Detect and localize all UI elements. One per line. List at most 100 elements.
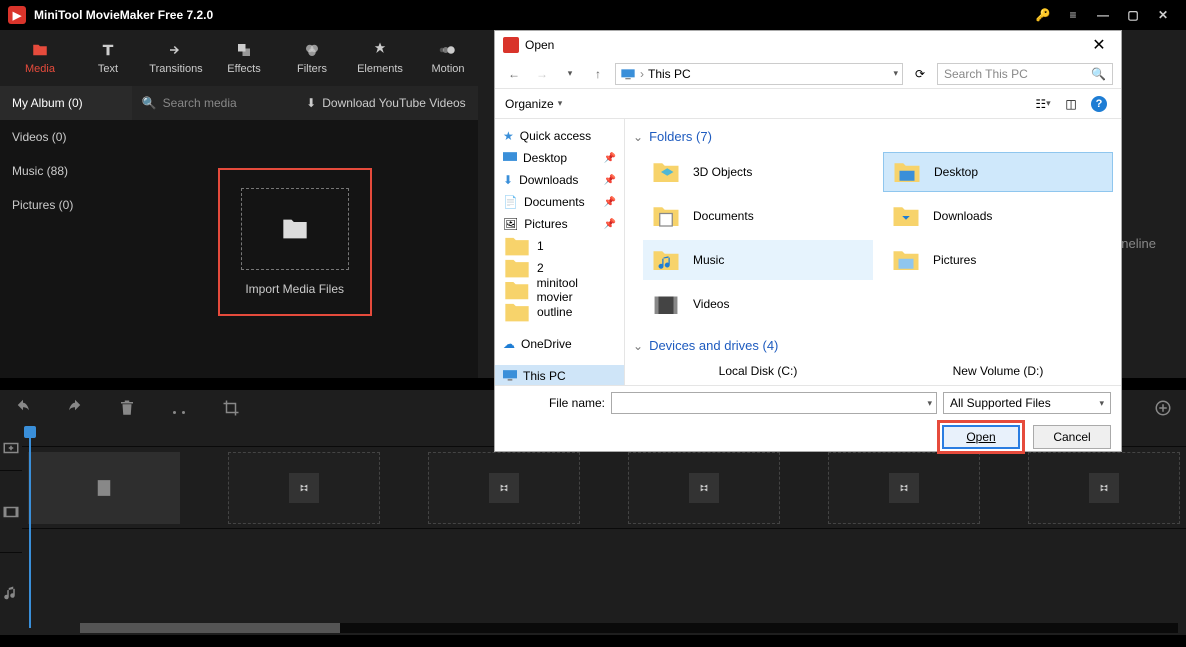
- timeline-gutter: [0, 426, 22, 635]
- section-folders[interactable]: Folders (7): [633, 125, 1113, 148]
- tree-pictures[interactable]: 🖼Pictures📌: [495, 213, 624, 235]
- tree-this-pc[interactable]: This PC: [495, 365, 624, 385]
- sidebar-item-album[interactable]: My Album (0): [0, 86, 132, 120]
- clip-slot[interactable]: [1028, 452, 1180, 524]
- crop-button[interactable]: [218, 395, 244, 421]
- refresh-button[interactable]: ⟳: [909, 63, 931, 85]
- cancel-button[interactable]: Cancel: [1033, 425, 1111, 449]
- file-type-select[interactable]: All Supported Files▾: [943, 392, 1111, 414]
- addr-chevron-down-icon[interactable]: ▾: [893, 68, 898, 79]
- import-media-box[interactable]: Import Media Files: [218, 168, 372, 316]
- view-options-button[interactable]: ☷ ▾: [1031, 93, 1055, 115]
- tree-desktop[interactable]: Desktop📌: [495, 147, 624, 169]
- text-icon: [99, 41, 117, 59]
- dialog-tree[interactable]: ★Quick access Desktop📌 ⬇Downloads📌 📄Docu…: [495, 119, 625, 385]
- folder-music[interactable]: Music: [643, 240, 873, 280]
- app-logo-icon: ▶: [8, 6, 26, 24]
- drive-new-volume-d[interactable]: New Volume (D:): [883, 361, 1113, 381]
- tab-media[interactable]: Media: [6, 30, 74, 86]
- media-header: 🔍 Search media ⬇ Download YouTube Videos: [132, 86, 478, 120]
- sidebar-item-pictures[interactable]: Pictures (0): [0, 188, 132, 222]
- tree-onedrive[interactable]: ☁OneDrive: [495, 333, 624, 355]
- close-button[interactable]: ✕: [1148, 0, 1178, 30]
- undo-button[interactable]: [10, 395, 36, 421]
- dialog-search-input[interactable]: Search This PC 🔍: [937, 63, 1113, 85]
- thispc-icon: [620, 67, 636, 81]
- tree-folder-minitool[interactable]: minitool movier: [495, 279, 624, 301]
- minimize-button[interactable]: —: [1088, 0, 1118, 30]
- tab-effects[interactable]: Effects: [210, 30, 278, 86]
- track-add-button[interactable]: [0, 426, 22, 470]
- help-button[interactable]: ?: [1091, 96, 1107, 112]
- scrollbar-thumb[interactable]: [80, 623, 340, 633]
- folder-3d-objects[interactable]: 3D Objects: [643, 152, 873, 192]
- add-track-button[interactable]: [1150, 395, 1176, 421]
- timeline-scrollbar[interactable]: [80, 623, 1178, 633]
- tab-elements[interactable]: Elements: [346, 30, 414, 86]
- folder-downloads[interactable]: Downloads: [883, 196, 1113, 236]
- dialog-navbar: ← → ▾ ↑ › This PC ▾ ⟳ Search This PC 🔍: [495, 59, 1121, 89]
- menu-icon[interactable]: ≡: [1058, 0, 1088, 30]
- playhead[interactable]: [24, 426, 36, 438]
- nav-up-button[interactable]: ↑: [587, 63, 609, 85]
- download-youtube-button[interactable]: ⬇ Download YouTube Videos: [294, 86, 478, 120]
- filters-icon: [303, 41, 321, 59]
- video-track[interactable]: [22, 446, 1186, 528]
- video-track-icon[interactable]: [0, 470, 22, 552]
- effects-icon: [235, 41, 253, 59]
- folder-pictures[interactable]: Pictures: [883, 240, 1113, 280]
- clip-slot[interactable]: [828, 452, 980, 524]
- nav-forward-button[interactable]: →: [531, 63, 553, 85]
- maximize-button[interactable]: ▢: [1118, 0, 1148, 30]
- audio-track-icon[interactable]: [0, 552, 22, 634]
- tab-transitions[interactable]: Transitions: [142, 30, 210, 86]
- dialog-organize-bar: Organize ▾ ☷ ▾ ◫ ?: [495, 89, 1121, 119]
- section-devices[interactable]: Devices and drives (4): [633, 334, 1113, 357]
- folder-icon: [31, 41, 49, 59]
- dialog-close-button[interactable]: ✕: [1085, 31, 1113, 59]
- nav-back-button[interactable]: ←: [503, 63, 525, 85]
- clip-slot[interactable]: [28, 452, 180, 524]
- dialog-content[interactable]: Folders (7) 3D Objects Desktop Documents…: [625, 119, 1121, 385]
- search-icon: 🔍: [142, 96, 157, 110]
- search-media-input[interactable]: 🔍 Search media: [132, 86, 294, 120]
- media-area: 🔍 Search media ⬇ Download YouTube Videos…: [132, 86, 478, 378]
- preview-pane-button[interactable]: ◫: [1059, 93, 1083, 115]
- tree-quick-access[interactable]: ★Quick access: [495, 125, 624, 147]
- tab-motion[interactable]: Motion: [414, 30, 482, 86]
- dialog-titlebar: Open ✕: [495, 31, 1121, 59]
- upgrade-key-icon[interactable]: 🔑: [1028, 0, 1058, 30]
- folder-documents[interactable]: Documents: [643, 196, 873, 236]
- tab-text[interactable]: Text: [74, 30, 142, 86]
- organize-button[interactable]: Organize ▾: [505, 97, 562, 111]
- app-titlebar: ▶ MiniTool MovieMaker Free 7.2.0 🔑 ≡ — ▢…: [0, 0, 1186, 30]
- download-icon: ⬇: [306, 96, 316, 110]
- nav-recent-button[interactable]: ▾: [559, 63, 581, 85]
- folder-videos[interactable]: Videos: [643, 284, 873, 324]
- open-button-highlight: Open: [937, 420, 1025, 454]
- clip-slot[interactable]: [428, 452, 580, 524]
- cut-button[interactable]: [166, 395, 192, 421]
- delete-button[interactable]: [114, 395, 140, 421]
- tree-documents[interactable]: 📄Documents📌: [495, 191, 624, 213]
- sidebar-item-videos[interactable]: Videos (0): [0, 120, 132, 154]
- transition-icon: [167, 41, 185, 59]
- tab-filters[interactable]: Filters: [278, 30, 346, 86]
- search-icon: 🔍: [1091, 67, 1106, 81]
- audio-track[interactable]: [22, 528, 1186, 610]
- motion-icon: [439, 41, 457, 59]
- drive-local-c[interactable]: Local Disk (C:): [643, 361, 873, 381]
- file-name-input[interactable]: ▾: [611, 392, 937, 414]
- tree-folder-outline[interactable]: outline: [495, 301, 624, 323]
- open-button[interactable]: Open: [942, 425, 1020, 449]
- tree-folder-1[interactable]: 1: [495, 235, 624, 257]
- clip-slot[interactable]: [228, 452, 380, 524]
- folder-desktop[interactable]: Desktop: [883, 152, 1113, 192]
- redo-button[interactable]: [62, 395, 88, 421]
- address-bar[interactable]: › This PC ▾: [615, 63, 903, 85]
- timeline-tracks[interactable]: [22, 426, 1186, 635]
- tree-downloads[interactable]: ⬇Downloads📌: [495, 169, 624, 191]
- clip-slot[interactable]: [628, 452, 780, 524]
- timeline-hint-text: ineline: [1118, 236, 1156, 251]
- sidebar-item-music[interactable]: Music (88): [0, 154, 132, 188]
